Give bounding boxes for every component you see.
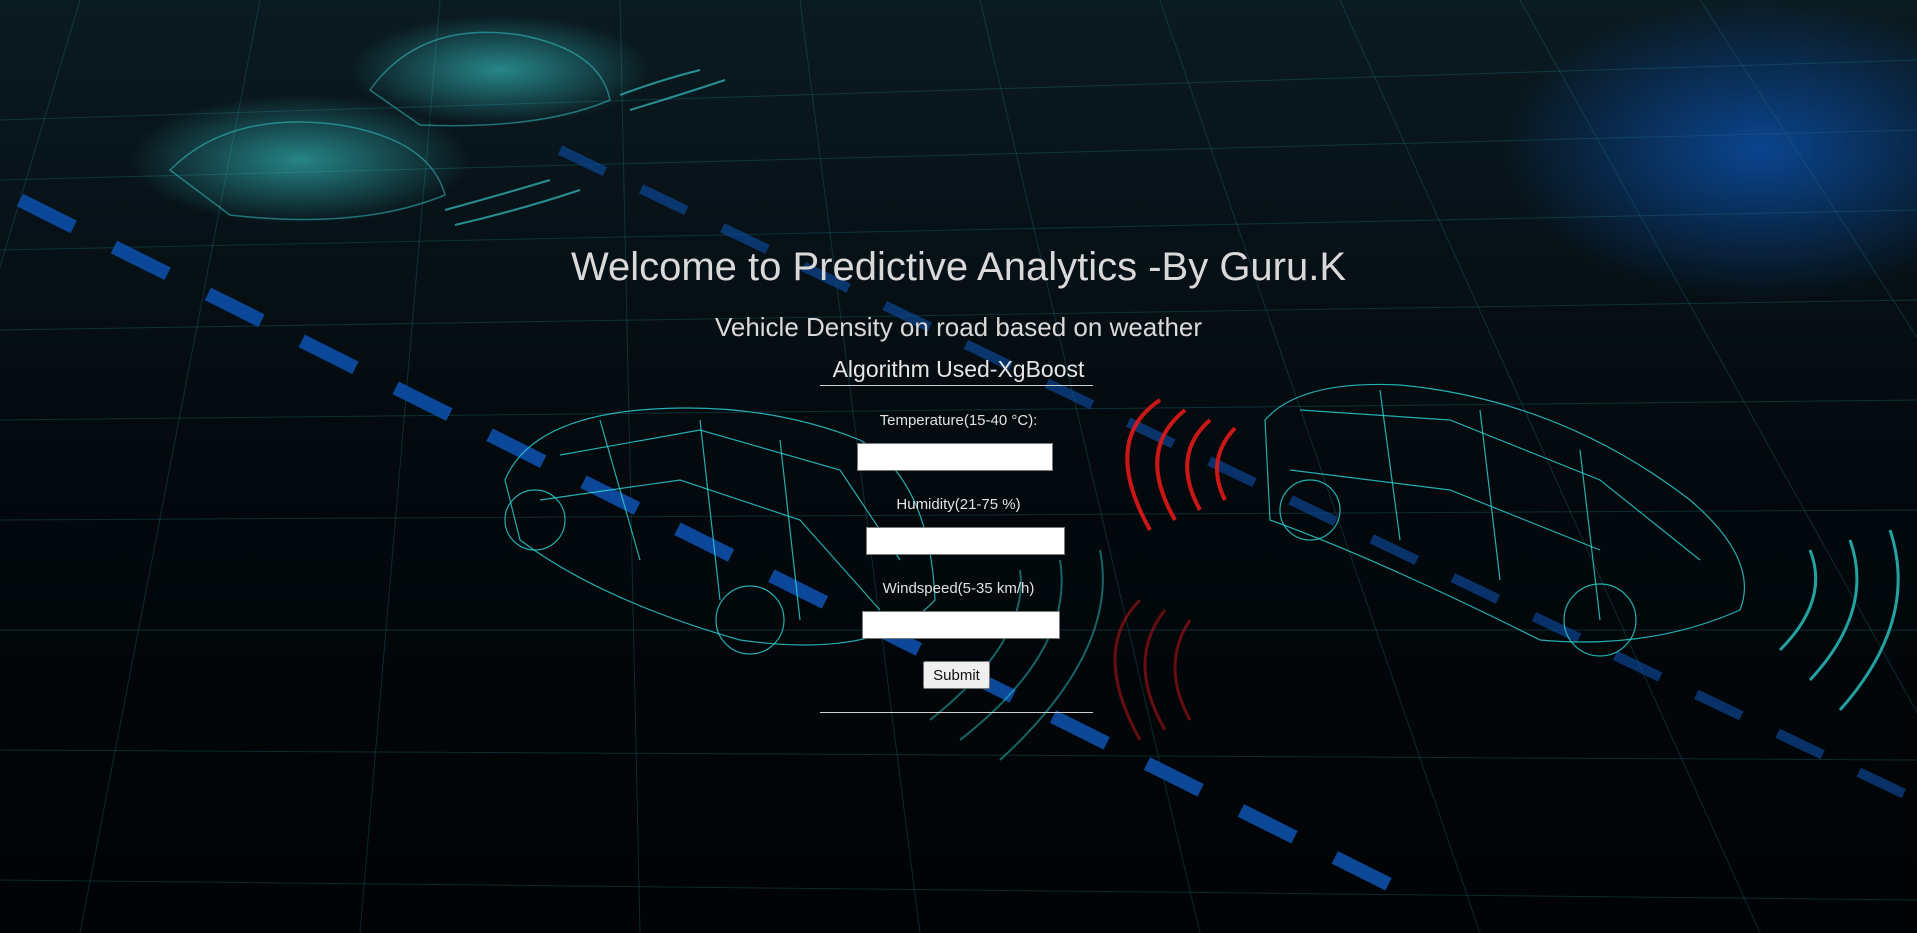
windspeed-input[interactable]: [862, 611, 1060, 639]
bottom-divider: [820, 712, 1093, 713]
top-divider: [820, 385, 1093, 386]
submit-button[interactable]: Submit: [923, 661, 990, 689]
humidity-input[interactable]: [866, 527, 1065, 555]
temperature-label: Temperature(15-40 °C):: [879, 412, 1038, 429]
windspeed-label: Windspeed(5-35 km/h): [882, 580, 1035, 597]
page-title: Welcome to Predictive Analytics -By Guru…: [570, 245, 1347, 289]
temperature-input[interactable]: [857, 443, 1053, 471]
algorithm-label: Algorithm Used-XgBoost: [832, 356, 1085, 382]
page-content: Welcome to Predictive Analytics -By Guru…: [0, 0, 1917, 933]
humidity-label: Humidity(21-75 %): [896, 496, 1021, 513]
page-subtitle: Vehicle Density on road based on weather: [714, 312, 1203, 342]
